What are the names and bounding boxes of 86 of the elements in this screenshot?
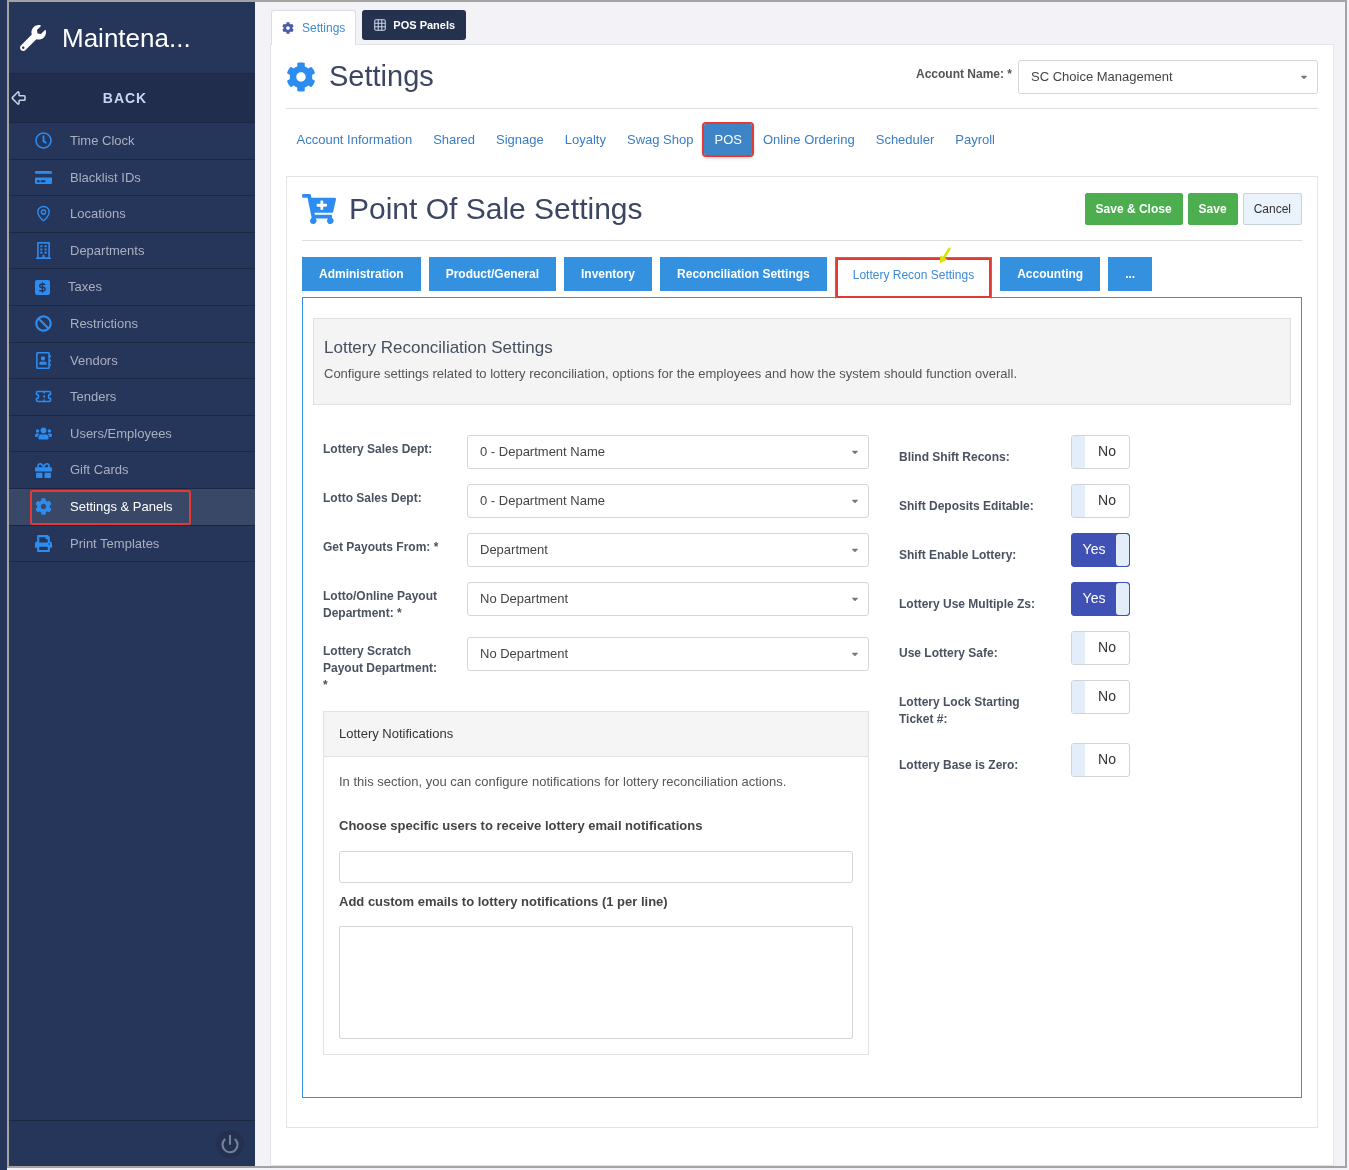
field-label: Blind Shift Recons: — [899, 449, 1011, 466]
wrench-icon — [20, 24, 46, 51]
toggle-switch[interactable]: No — [1071, 680, 1130, 714]
field-label: Lotto Sales Dept: — [323, 490, 423, 507]
sidebar-item[interactable]: Vendors — [9, 342, 255, 380]
field-label: Lottery Base is Zero: — [899, 757, 1020, 774]
field-label: Shift Enable Lottery: — [899, 547, 1018, 564]
field-label: Choose specific users to receive lottery email notifications — [339, 817, 704, 834]
input-field[interactable] — [339, 851, 853, 883]
field-label: Lottery Use Multiple Zs: — [899, 596, 1036, 613]
sidebar-item[interactable]: Restrictions — [9, 305, 255, 343]
gear-icon — [286, 61, 316, 92]
toggle-switch[interactable]: No — [1071, 484, 1130, 518]
field-label: Use Lottery Safe: — [899, 645, 999, 662]
section-description: Configure settings related to lottery reconciliation, options for the employees and how the system should function overall. — [324, 365, 1018, 382]
nav-link[interactable]: Account Information — [286, 124, 423, 155]
clock-icon — [35, 132, 52, 150]
sidebar-item[interactable]: Blacklist IDs — [9, 159, 255, 197]
sidebar-item[interactable]: Users/Employees — [9, 415, 255, 453]
tab[interactable]: POS Panels — [362, 10, 467, 40]
select-field[interactable]: No Department — [467, 637, 869, 671]
select-field[interactable]: SC Choice Management — [1018, 59, 1318, 94]
credit-card-icon — [35, 168, 52, 186]
tab[interactable]: Accounting — [1000, 257, 1101, 291]
section-heading: Lottery Reconciliation Settings — [324, 337, 554, 359]
sidebar-item[interactable]: Settings & Panels — [9, 488, 255, 526]
select-field[interactable]: 0 - Department Name — [467, 435, 869, 469]
tab[interactable]: Lottery Recon Settings — [834, 257, 993, 299]
printer-icon — [35, 534, 52, 552]
sidebar-item[interactable]: Taxes — [9, 269, 255, 306]
textarea-field[interactable] — [339, 926, 853, 1039]
section-title: Point Of Sale Settings — [349, 191, 643, 227]
contact-book-icon — [35, 351, 52, 369]
nav-link[interactable]: Signage — [485, 124, 555, 155]
toggle-switch[interactable]: Yes — [1071, 582, 1130, 616]
back-arrow-icon — [10, 89, 28, 107]
action-button[interactable]: Cancel — [1242, 192, 1302, 225]
sidebar-item[interactable]: Departments — [9, 232, 255, 270]
building-icon — [35, 242, 52, 260]
nav-link[interactable]: Payroll — [944, 124, 1006, 155]
tab[interactable]: Reconciliation Settings — [660, 257, 827, 291]
map-pin-icon — [35, 205, 52, 223]
sidebar-item[interactable]: Print Templates — [9, 525, 255, 563]
select-field[interactable]: No Department — [467, 582, 869, 616]
field-label: Shift Deposits Editable: — [899, 498, 1035, 515]
nav-link[interactable]: Swag Shop — [616, 124, 704, 155]
nav-link[interactable]: Scheduler — [865, 124, 945, 155]
sidebar-item[interactable]: Gift Cards — [9, 452, 255, 489]
gift-icon — [35, 461, 52, 479]
field-label: Lottery Lock Starting Ticket #: — [899, 694, 1021, 728]
notifications-header: Lottery Notifications — [324, 712, 868, 757]
field-label: Add custom emails to lottery notifications (1 per line) — [339, 893, 669, 910]
toggle-switch[interactable]: Yes — [1071, 533, 1130, 567]
field-label: Get Payouts From: * — [323, 539, 440, 556]
page-title: Settings — [329, 58, 434, 94]
tab[interactable]: Settings — [271, 10, 357, 45]
power-button[interactable] — [216, 1129, 244, 1158]
select-field[interactable]: 0 - Department Name — [467, 484, 869, 518]
pointer-arrow-icon — [938, 247, 951, 264]
tab[interactable]: Product/General — [428, 257, 557, 291]
gear-icon — [282, 22, 294, 34]
toggle-switch[interactable]: No — [1071, 631, 1130, 665]
tab[interactable]: Inventory — [564, 257, 653, 291]
toggle-switch[interactable]: No — [1071, 435, 1130, 469]
toggle-switch[interactable]: No — [1071, 743, 1130, 777]
nav-link[interactable]: Loyalty — [554, 124, 617, 155]
field-label: Lotto/Online Payout Department: * — [323, 588, 438, 622]
select-field[interactable]: Department — [467, 533, 869, 567]
tab[interactable]: ... — [1108, 257, 1153, 291]
sidebar-item[interactable]: Time Clock — [9, 123, 255, 160]
power-icon — [220, 1133, 240, 1154]
tab[interactable]: Administration — [302, 257, 421, 291]
field-label: Lottery Scratch Payout Department: * — [323, 643, 439, 694]
nav-link[interactable]: Online Ordering — [752, 124, 866, 155]
back-button[interactable]: BACK — [9, 74, 255, 123]
gear-icon — [35, 498, 52, 516]
nav-link[interactable]: POS — [703, 124, 753, 155]
account-label: Account Name: * — [915, 65, 1012, 83]
ban-icon — [35, 315, 52, 333]
notifications-intro: In this section, you can configure notifications for lottery reconciliation actions. — [339, 773, 788, 790]
field-label: Lottery Sales Dept: — [323, 441, 434, 458]
nav-link[interactable]: Shared — [422, 124, 486, 155]
dollar-tile-icon — [35, 279, 50, 295]
sidebar-title: Maintena... — [62, 24, 191, 51]
cart-plus-icon — [302, 192, 336, 225]
grid-panel-icon — [373, 18, 388, 32]
